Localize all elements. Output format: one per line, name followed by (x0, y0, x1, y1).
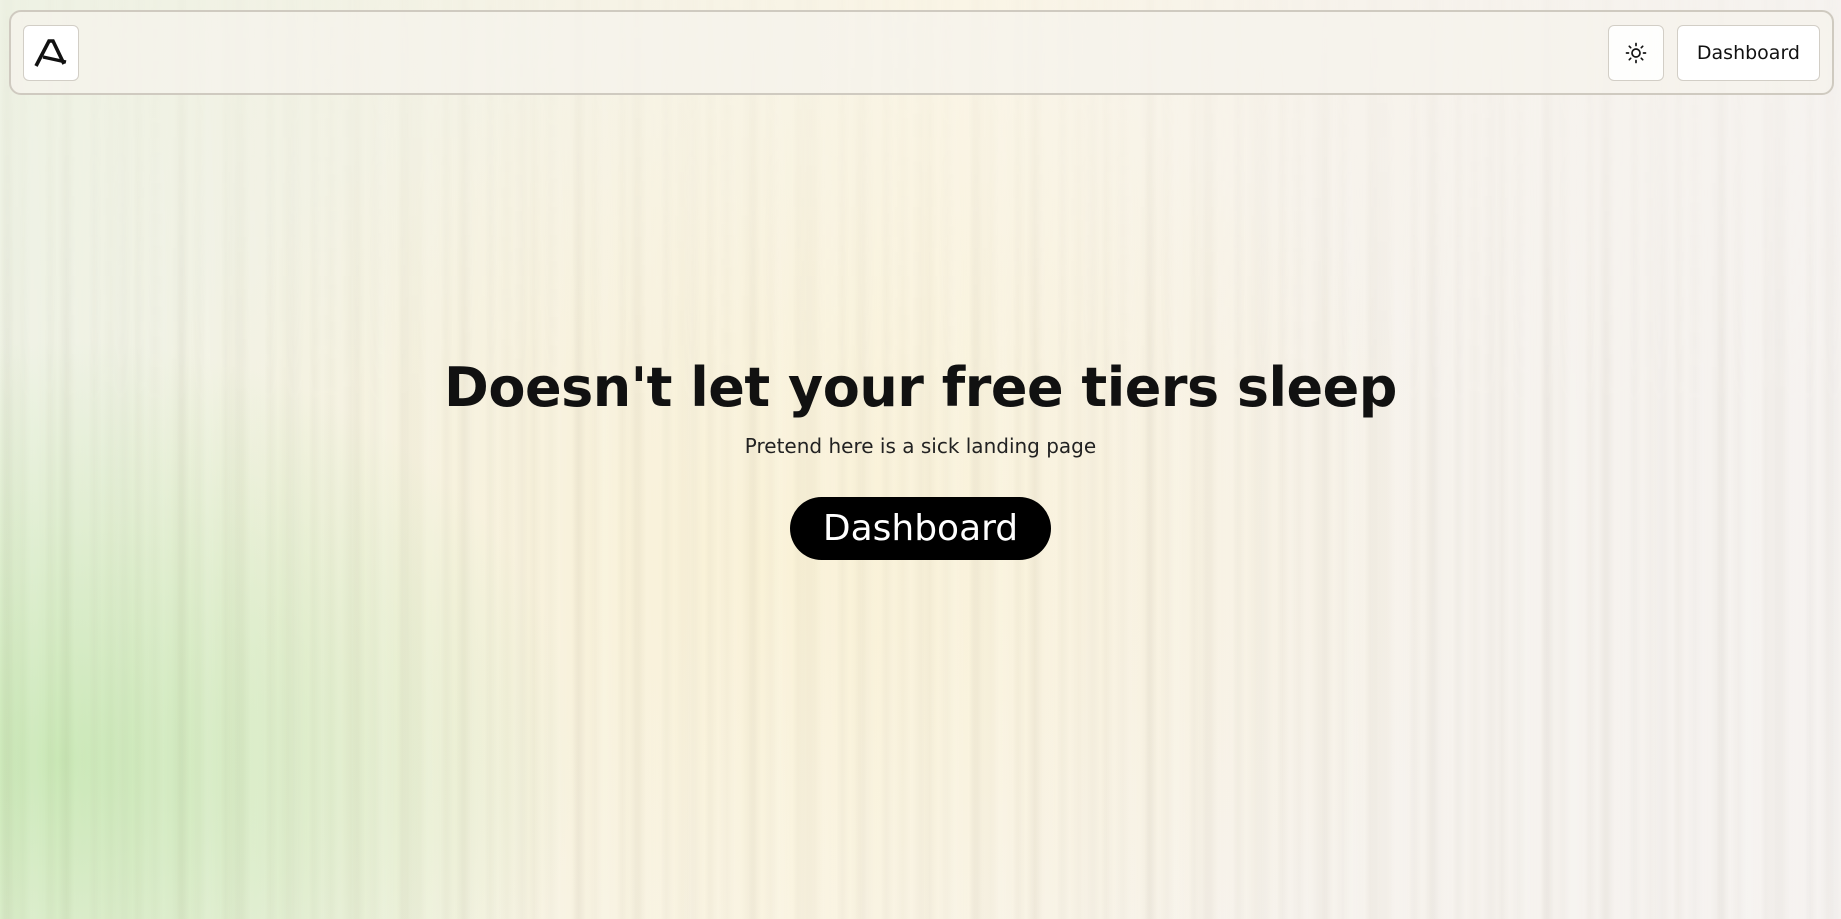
hero-title: Doesn't let your free tiers sleep (444, 356, 1397, 419)
brand-logo-a-icon (34, 38, 68, 68)
top-navbar: Dashboard (9, 10, 1834, 95)
hero-dashboard-button[interactable]: Dashboard (789, 497, 1052, 560)
home-logo-button[interactable] (23, 24, 79, 81)
theme-toggle-button[interactable] (1607, 24, 1664, 81)
nav-dashboard-button[interactable]: Dashboard (1676, 24, 1820, 81)
sun-icon (1625, 42, 1647, 64)
navbar-actions: Dashboard (1607, 24, 1820, 81)
hero-subtitle: Pretend here is a sick landing page (744, 434, 1097, 458)
hero-section: Doesn't let your free tiers sleep Preten… (0, 355, 1841, 560)
